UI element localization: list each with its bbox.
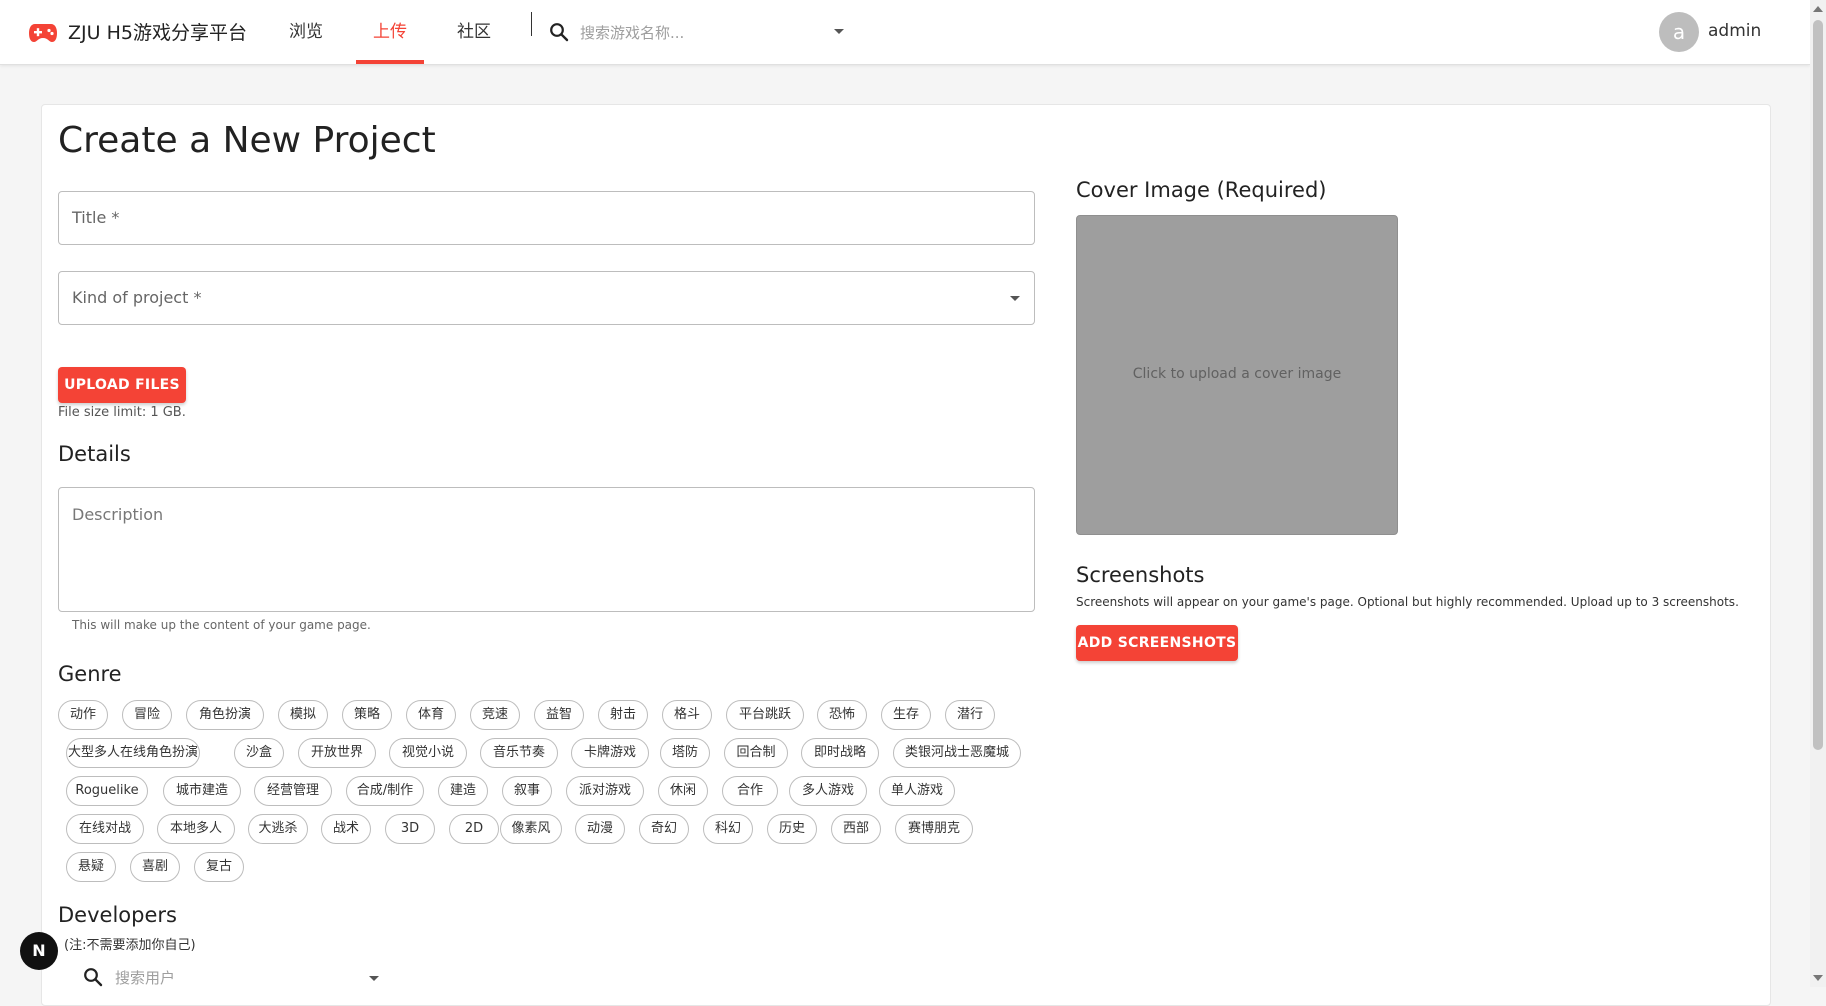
kind-field-label: Kind of project * — [72, 288, 202, 307]
genre-chip[interactable]: 射击 — [598, 700, 648, 730]
chevron-down-icon[interactable] — [834, 29, 844, 34]
top-app-bar: ZJU H5游戏分享平台 浏览 上传 社区 a admin — [0, 0, 1810, 65]
description-placeholder: Description — [72, 505, 164, 524]
nav-tab-upload[interactable]: 上传 — [356, 0, 424, 64]
genre-chip[interactable]: 角色扮演 — [186, 700, 264, 730]
genre-chip[interactable]: 模拟 — [278, 700, 328, 730]
nav-tab-label: 浏览 — [289, 22, 323, 42]
chevron-down-icon[interactable] — [369, 976, 379, 981]
active-tab-indicator — [356, 60, 424, 64]
nav-tab-label: 社区 — [457, 22, 491, 42]
description-helper-text: This will make up the content of your ga… — [72, 618, 371, 632]
developers-heading: Developers — [58, 903, 177, 927]
genre-chip[interactable]: 恐怖 — [817, 700, 867, 730]
genre-chip[interactable]: 3D — [385, 814, 435, 844]
genre-chip[interactable]: 赛博朋克 — [895, 814, 973, 844]
genre-chip[interactable]: 建造 — [438, 776, 488, 806]
kind-of-project-select[interactable]: Kind of project * — [58, 271, 1035, 325]
search-icon — [84, 968, 103, 987]
genre-heading: Genre — [58, 662, 122, 686]
search-icon — [550, 23, 569, 42]
genre-chip[interactable]: 益智 — [534, 700, 584, 730]
scroll-up-arrow-icon[interactable] — [1813, 6, 1823, 12]
title-field[interactable]: Title * — [58, 191, 1035, 245]
genre-chip[interactable]: 塔防 — [660, 738, 710, 768]
nav-tab-community[interactable]: 社区 — [448, 0, 500, 64]
genre-chip[interactable]: 像素风 — [500, 814, 562, 844]
genre-chip[interactable]: 喜剧 — [130, 852, 180, 882]
add-screenshots-button[interactable]: ADD SCREENSHOTS — [1076, 625, 1238, 661]
genre-chip[interactable]: 本地多人 — [157, 814, 235, 844]
scrollbar-thumb[interactable] — [1813, 20, 1823, 750]
next-dev-badge[interactable]: N — [20, 932, 58, 970]
title-field-label: Title * — [72, 208, 120, 227]
genre-chip[interactable]: 动漫 — [575, 814, 625, 844]
genre-chip[interactable]: 合成/制作 — [346, 776, 424, 806]
genre-chip[interactable]: 开放世界 — [298, 738, 376, 768]
genre-chip[interactable]: 潜行 — [945, 700, 995, 730]
genre-chip[interactable]: 策略 — [342, 700, 392, 730]
genre-chip[interactable]: 视觉小说 — [389, 738, 467, 768]
genre-chip[interactable]: 奇幻 — [639, 814, 689, 844]
genre-chip[interactable]: 格斗 — [662, 700, 712, 730]
nav-tab-label: 上传 — [373, 22, 407, 42]
upload-files-button[interactable]: UPLOAD FILES — [58, 367, 186, 403]
chevron-down-icon — [1010, 296, 1020, 301]
genre-chip[interactable]: 沙盒 — [234, 738, 284, 768]
genre-chip[interactable]: 动作 — [58, 700, 108, 730]
brand-title[interactable]: ZJU H5游戏分享平台 — [68, 18, 247, 45]
genre-chip[interactable]: 复古 — [194, 852, 244, 882]
page-title: Create a New Project — [58, 120, 436, 161]
genre-chip[interactable]: 体育 — [406, 700, 456, 730]
scroll-down-arrow-icon[interactable] — [1813, 975, 1823, 981]
genre-chip[interactable]: 大逃杀 — [248, 814, 308, 844]
details-heading: Details — [58, 442, 131, 466]
genre-chip[interactable]: 音乐节奏 — [480, 738, 558, 768]
genre-chip[interactable]: 2D — [449, 814, 499, 844]
genre-chip[interactable]: 生存 — [881, 700, 931, 730]
cover-image-heading: Cover Image (Required) — [1076, 178, 1327, 202]
genre-chip[interactable]: Roguelike — [66, 776, 148, 806]
genre-chip[interactable]: 西部 — [831, 814, 881, 844]
genre-chip[interactable]: 历史 — [767, 814, 817, 844]
genre-chip[interactable]: 多人游戏 — [789, 776, 867, 806]
genre-chip[interactable]: 冒险 — [122, 700, 172, 730]
genre-chip[interactable]: 派对游戏 — [566, 776, 644, 806]
genre-chip[interactable]: 单人游戏 — [879, 776, 955, 806]
genre-chip[interactable]: 大型多人在线角色扮演 — [66, 738, 200, 768]
file-size-limit: File size limit: 1 GB. — [58, 405, 186, 420]
cover-image-upload[interactable]: Click to upload a cover image — [1076, 215, 1398, 535]
avatar[interactable]: a — [1659, 12, 1699, 52]
genre-chip[interactable]: 叙事 — [502, 776, 552, 806]
genre-chip[interactable]: 在线对战 — [66, 814, 144, 844]
genre-chip[interactable]: 合作 — [722, 776, 778, 806]
nav-tab-browse[interactable]: 浏览 — [280, 0, 332, 64]
genre-chip[interactable]: 卡牌游戏 — [571, 738, 649, 768]
cover-upload-text: Click to upload a cover image — [1132, 366, 1342, 382]
genre-chip[interactable]: 悬疑 — [66, 852, 116, 882]
genre-chip[interactable]: 竞速 — [470, 700, 520, 730]
screenshots-heading: Screenshots — [1076, 563, 1205, 587]
game-search-input[interactable] — [578, 18, 822, 48]
genre-chip[interactable]: 经营管理 — [254, 776, 332, 806]
genre-chip[interactable]: 城市建造 — [163, 776, 241, 806]
screenshots-help-text: Screenshots will appear on your game's p… — [1076, 595, 1739, 609]
username[interactable]: admin — [1708, 21, 1761, 41]
genre-chip[interactable]: 战术 — [321, 814, 371, 844]
genre-chip[interactable]: 回合制 — [724, 738, 788, 768]
genre-chip[interactable]: 休闲 — [658, 776, 708, 806]
nav-divider — [531, 12, 532, 36]
developer-search-input[interactable] — [113, 964, 357, 992]
developers-note: (注:不需要添加你自己) — [64, 938, 196, 953]
gamepad-icon[interactable] — [28, 20, 58, 44]
genre-chip[interactable]: 即时战略 — [801, 738, 879, 768]
description-textarea[interactable]: Description — [58, 487, 1035, 612]
genre-chip[interactable]: 科幻 — [703, 814, 753, 844]
genre-chip[interactable]: 平台跳跃 — [726, 700, 804, 730]
genre-chip[interactable]: 类银河战士恶魔城 — [893, 738, 1021, 768]
